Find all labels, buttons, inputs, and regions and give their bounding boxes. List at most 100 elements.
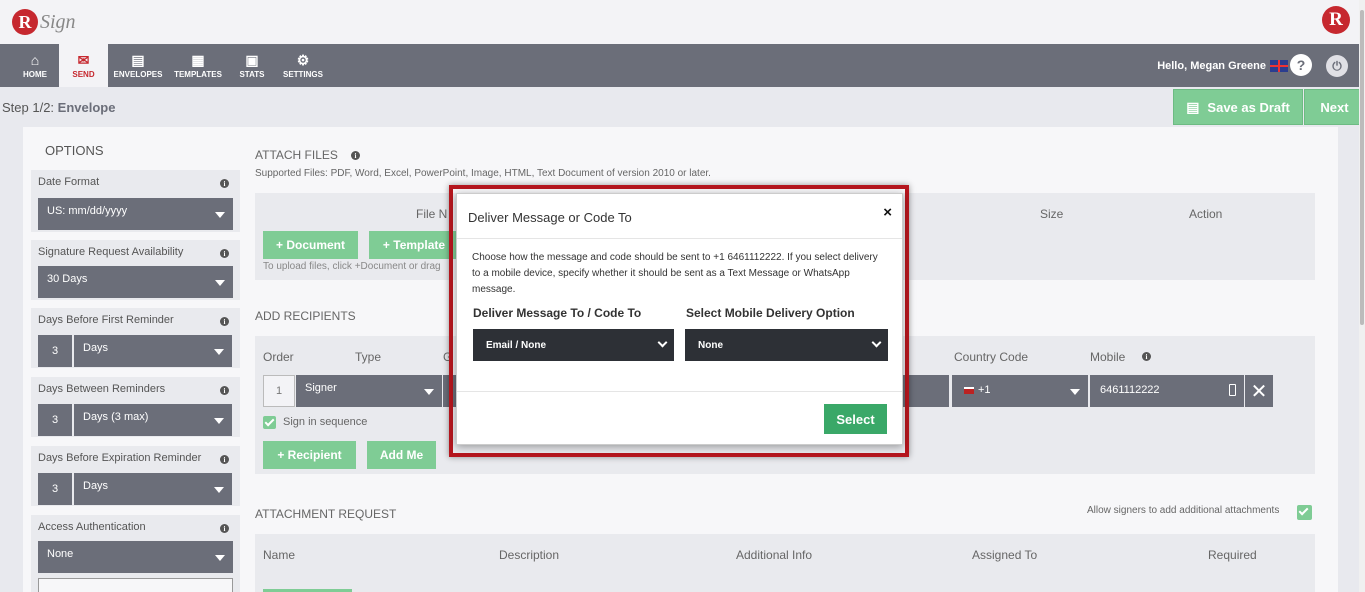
nav-stats[interactable]: ▣ STATS xyxy=(234,44,270,87)
col-action: Action xyxy=(1189,207,1223,221)
info-icon[interactable]: i xyxy=(220,317,229,326)
caret-down-icon xyxy=(214,487,224,493)
recipient-type-select[interactable]: Signer xyxy=(296,375,442,407)
allow-attachments-checkbox[interactable] xyxy=(1297,505,1312,520)
info-icon[interactable]: i xyxy=(220,249,229,258)
home-icon: ⌂ xyxy=(30,52,40,68)
mobile-delivery-select[interactable]: None xyxy=(685,329,888,361)
chevron-down-icon xyxy=(657,337,668,348)
info-icon[interactable]: i xyxy=(351,151,360,160)
col-order: Order xyxy=(263,350,294,364)
availability-value: 30 Days xyxy=(47,273,88,285)
help-button[interactable]: ? xyxy=(1290,54,1312,76)
user-greeting: Hello, Megan Greene xyxy=(1157,44,1288,87)
access-auth-select[interactable]: None xyxy=(38,541,233,573)
nav-stats-label: STATS xyxy=(239,70,265,79)
sign-in-sequence-label: Sign in sequence xyxy=(283,416,368,428)
add-template-button[interactable]: + Template xyxy=(369,231,459,259)
nav-templates[interactable]: ▦ TEMPLATES xyxy=(170,44,226,87)
add-recipients-title: ADD RECIPIENTS xyxy=(255,309,356,323)
chevron-down-icon xyxy=(871,337,882,348)
nav-home-label: HOME xyxy=(23,70,47,79)
select-button[interactable]: Select xyxy=(824,404,887,434)
col-name: Name xyxy=(263,548,296,562)
nav-home[interactable]: ⌂ HOME xyxy=(11,44,59,87)
col-additional-info: Additional Info xyxy=(736,548,813,562)
info-icon[interactable]: i xyxy=(220,455,229,464)
nav-envelopes[interactable]: ▤ ENVELOPES xyxy=(110,44,166,87)
first-reminder-unit: Days xyxy=(83,342,109,354)
access-auth-input[interactable] xyxy=(38,578,233,592)
between-reminders-unit-select[interactable]: Days (3 max) xyxy=(74,404,232,436)
expiration-reminder-number[interactable]: 3 xyxy=(38,473,72,505)
modal-title: Deliver Message or Code To xyxy=(468,210,632,225)
info-icon[interactable]: i xyxy=(1142,352,1151,361)
nav-envelopes-label: ENVELOPES xyxy=(113,70,163,79)
app-logo[interactable]: R Sign xyxy=(12,6,76,38)
country-code-value: +1 xyxy=(978,384,991,396)
info-icon[interactable]: i xyxy=(220,179,229,188)
attachment-request-panel: Name Description Additional Info Assigne… xyxy=(255,534,1315,592)
expiration-reminder-label: Days Before Expiration Reminder xyxy=(38,452,202,464)
date-format-label: Date Format xyxy=(38,176,100,188)
mobile-delivery-label: Select Mobile Delivery Option xyxy=(686,306,855,320)
sign-in-sequence-checkbox[interactable] xyxy=(263,416,276,429)
close-icon[interactable]: × xyxy=(883,204,892,221)
access-auth-option: Access Authentication i None xyxy=(31,515,240,592)
expiration-reminder-option: Days Before Expiration Reminder i 3 Days xyxy=(31,446,240,506)
mobile-input[interactable]: 6461112222 xyxy=(1090,375,1244,407)
upload-hint: To upload files, click +Document or drag xyxy=(263,261,441,272)
attachment-request-title: ATTACHMENT REQUEST xyxy=(255,507,397,521)
between-reminders-label: Days Between Reminders xyxy=(38,383,166,395)
col-assigned-to: Assigned To xyxy=(972,548,1038,562)
power-button[interactable]: ⏻ xyxy=(1326,55,1348,77)
col-mobile: Mobile xyxy=(1090,350,1126,364)
add-recipient-button[interactable]: + Recipient xyxy=(263,441,356,469)
expiration-reminder-unit-select[interactable]: Days xyxy=(74,473,232,505)
availability-select[interactable]: 30 Days xyxy=(38,266,233,298)
nav-send[interactable]: ✉ SEND xyxy=(59,44,108,87)
scrollbar-thumb[interactable] xyxy=(1360,10,1364,325)
first-reminder-option: Days Before First Reminder i 3 Days xyxy=(31,308,240,368)
allow-attachments-label: Allow signers to add additional attachme… xyxy=(1087,505,1280,516)
logo-mark: R xyxy=(12,9,38,35)
options-title: OPTIONS xyxy=(45,143,104,158)
caret-down-icon xyxy=(424,389,434,395)
order-input[interactable]: 1 xyxy=(263,375,295,407)
between-reminders-option: Days Between Reminders i 3 Days (3 max) xyxy=(31,377,240,437)
modal-footer-divider xyxy=(457,391,902,392)
info-icon[interactable]: i xyxy=(220,524,229,533)
between-reminders-number[interactable]: 3 xyxy=(38,404,72,436)
logo-text: Sign xyxy=(40,10,76,33)
remove-recipient-icon[interactable]: ✕ xyxy=(1245,375,1273,407)
col-size: Size xyxy=(1040,207,1064,221)
country-code-select[interactable]: +1 xyxy=(952,375,1088,407)
brand-logo-right: R xyxy=(1322,6,1350,34)
info-icon[interactable]: i xyxy=(220,386,229,395)
recipient-type-value: Signer xyxy=(305,382,337,394)
uk-flag-icon[interactable] xyxy=(1270,59,1288,72)
mobile-value: 6461112222 xyxy=(1100,384,1160,396)
expiration-reminder-unit: Days xyxy=(83,480,109,492)
next-button[interactable]: Next xyxy=(1304,89,1365,125)
caret-down-icon xyxy=(1070,389,1080,395)
nav-settings[interactable]: ⚙ SETTINGS xyxy=(280,44,326,87)
inbox-icon: ▤ xyxy=(131,52,145,68)
availability-option: Signature Request Availability i 30 Days xyxy=(31,240,240,300)
first-reminder-unit-select[interactable]: Days xyxy=(74,335,232,367)
mobile-phone-icon[interactable] xyxy=(1229,384,1236,396)
date-format-select[interactable]: US: mm/dd/yyyy xyxy=(38,198,233,230)
mobile-delivery-value: None xyxy=(698,340,723,351)
us-flag-icon xyxy=(964,387,974,394)
deliver-to-select[interactable]: Email / None xyxy=(473,329,674,361)
top-bar xyxy=(0,0,1365,44)
document-icon: ▦ xyxy=(191,52,205,68)
add-me-button[interactable]: Add Me xyxy=(367,441,436,469)
add-document-button[interactable]: + Document xyxy=(263,231,358,259)
first-reminder-number[interactable]: 3 xyxy=(38,335,72,367)
deliver-message-modal: Deliver Message or Code To × Choose how … xyxy=(456,193,903,445)
modal-divider xyxy=(457,238,902,239)
caret-down-icon xyxy=(215,555,225,561)
date-format-value: US: mm/dd/yyyy xyxy=(47,205,128,217)
save-draft-button[interactable]: ▤ Save as Draft xyxy=(1173,89,1303,125)
